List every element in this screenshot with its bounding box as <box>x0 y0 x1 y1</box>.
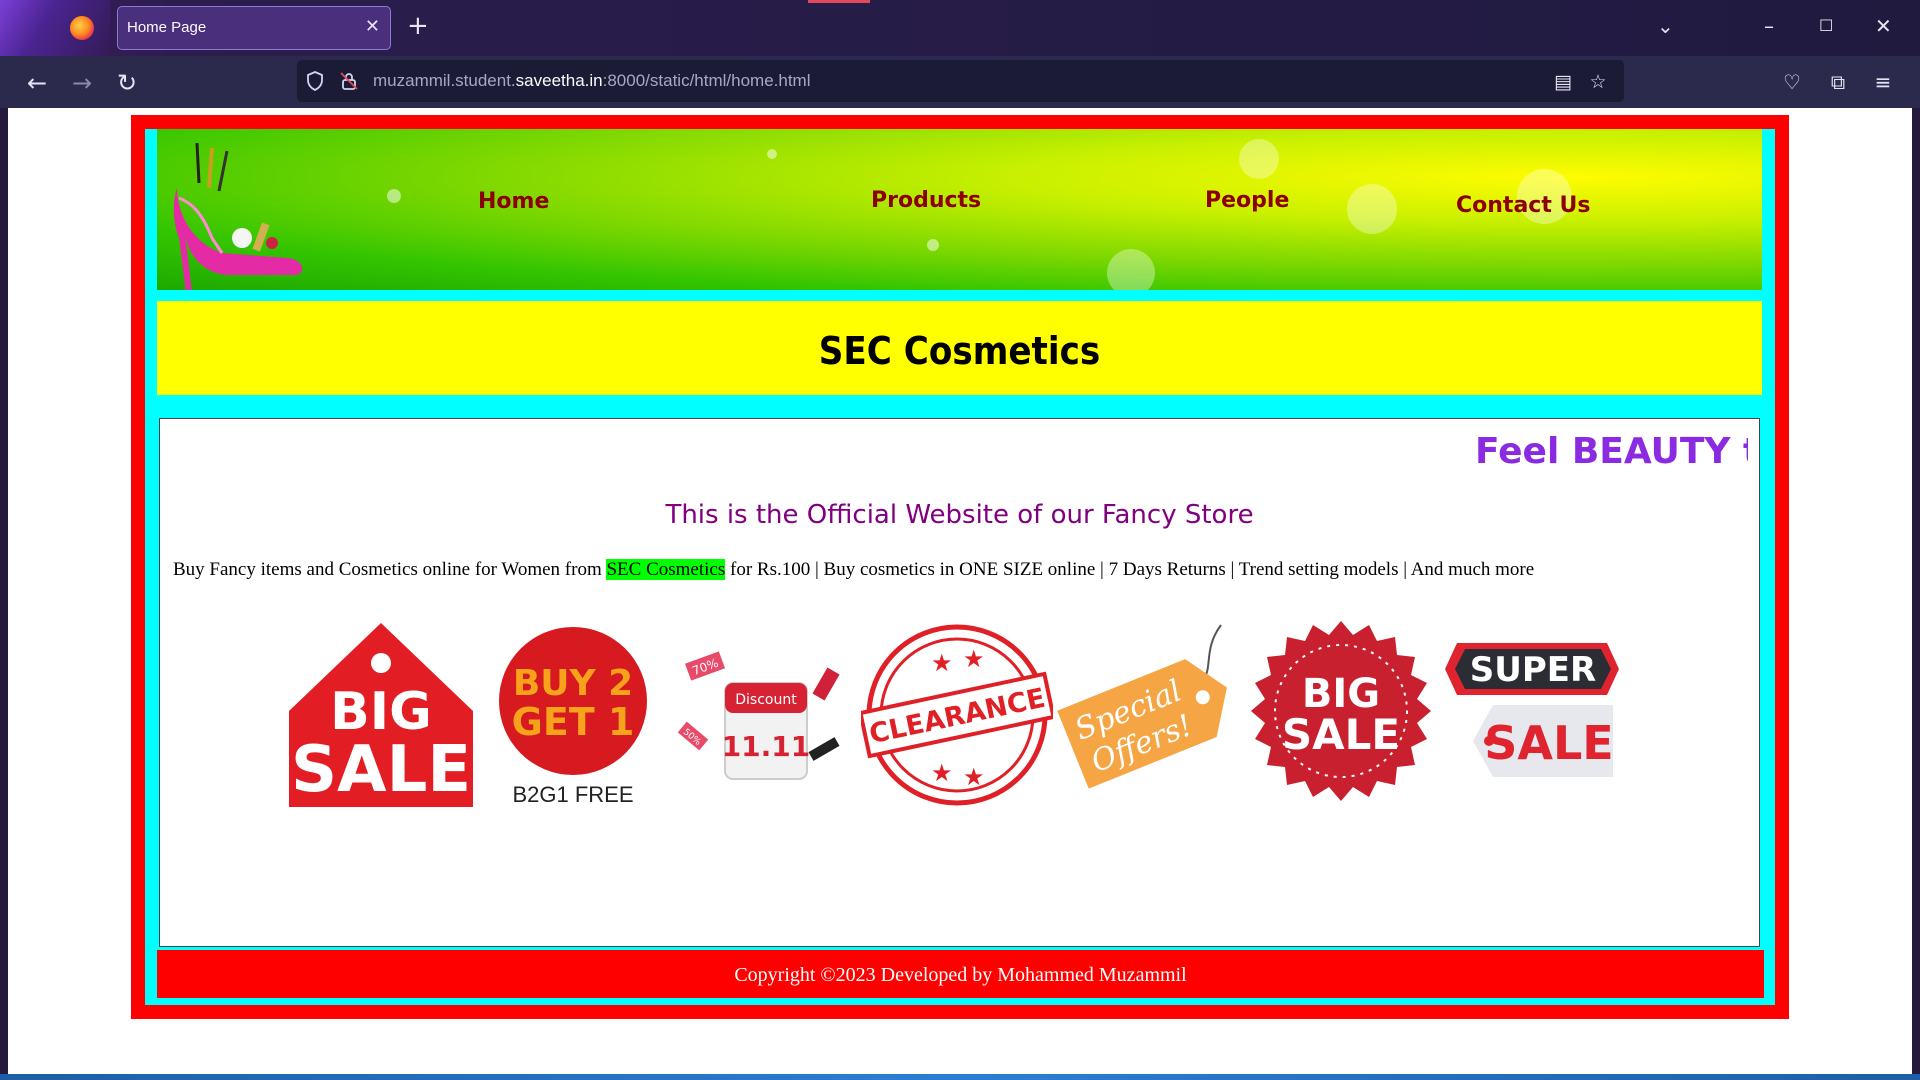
sale-badges-row: BIG SALE BUY 2 GET 1 B2G1 FREE 70% 50% D… <box>160 619 1759 819</box>
store-description: Buy Fancy items and Cosmetics online for… <box>173 559 1534 581</box>
bokeh-decoration <box>927 239 939 251</box>
bookmark-star-icon[interactable]: ☆ <box>1586 70 1610 94</box>
main-content: Feel BEAUTY th This is the Official Webs… <box>159 418 1760 947</box>
bokeh-decoration <box>1347 184 1397 234</box>
buy2-get1-badge-image: BUY 2 GET 1 B2G1 FREE <box>499 627 647 807</box>
reader-view-icon[interactable]: ▤ <box>1551 70 1575 94</box>
bokeh-decoration <box>1239 139 1279 179</box>
discount-label: Discount <box>735 692 797 708</box>
discount-calendar-image: 70% 50% Discount 11.11 <box>677 651 840 780</box>
firefox-icon[interactable] <box>70 16 94 40</box>
page-inner-container: Home Products People Contact Us SEC Cosm… <box>145 129 1775 1005</box>
app-menu-icon[interactable]: ≡ <box>1867 66 1899 98</box>
title-banner: SEC Cosmetics <box>157 301 1762 395</box>
super-sale-line2: SALE <box>1484 716 1613 770</box>
marquee-container: Feel BEAUTY th <box>160 419 1748 489</box>
special-offers-tag-image: Special Offers! <box>1057 624 1227 789</box>
page-outer-border: Home Products People Contact Us SEC Cosm… <box>131 115 1789 1019</box>
description-text-start: Buy Fancy items and Cosmetics online for… <box>173 559 607 580</box>
browser-nav-bar: ← → ↻ muzammil.student.saveetha.in:8000/… <box>0 56 1920 108</box>
site-title: SEC Cosmetics <box>818 329 1101 373</box>
nav-link-home[interactable]: Home <box>478 189 549 214</box>
tab-home-page[interactable]: Home Page ✕ <box>117 6 391 50</box>
nav-link-contact-us[interactable]: Contact Us <box>1456 193 1590 218</box>
bokeh-decoration <box>767 149 777 159</box>
big-sale-tag-image: BIG SALE <box>289 623 473 807</box>
site-header: Home Products People Contact Us <box>157 129 1762 290</box>
list-tabs-chevron-icon[interactable]: ⌄ <box>1657 14 1674 38</box>
maximize-window-icon[interactable]: ☐ <box>1819 12 1833 40</box>
url-host-domain: saveetha.in <box>515 71 603 90</box>
star-icon: ★ <box>963 645 985 673</box>
scrolling-tagline: Feel BEAUTY th <box>1475 431 1748 472</box>
address-bar[interactable]: muzammil.student.saveetha.in:8000/static… <box>297 60 1624 102</box>
big-sale-line2: SALE <box>291 733 471 807</box>
extensions-icon[interactable]: ⧉ <box>1822 66 1854 98</box>
insecure-lock-icon[interactable] <box>339 71 359 91</box>
super-sale-line1: SUPER <box>1470 650 1596 690</box>
page-viewport: Home Products People Contact Us SEC Cosm… <box>8 108 1912 1074</box>
tab-title: Home Page <box>127 19 207 36</box>
bokeh-decoration <box>387 189 401 203</box>
super-sale-tag-image: SUPER SALE <box>1445 643 1619 777</box>
star-icon: ★ <box>931 759 953 787</box>
star-icon: ★ <box>963 763 985 791</box>
forward-arrow-icon[interactable]: → <box>65 66 99 100</box>
url-path: :8000/static/html/home.html <box>602 71 811 90</box>
welcome-subtitle: This is the Official Website of our Fanc… <box>665 500 1254 530</box>
big-sale-seal-line2: SALE <box>1282 710 1400 759</box>
reload-icon[interactable]: ↻ <box>110 66 144 100</box>
highlighted-store-name: SEC Cosmetics <box>606 559 726 580</box>
new-tab-button[interactable]: + <box>407 10 429 42</box>
bokeh-decoration <box>1107 249 1155 290</box>
buy2-line1: BUY 2 <box>513 663 633 704</box>
minimize-window-icon[interactable]: – <box>1764 12 1774 40</box>
taskbar-strip <box>0 1074 1920 1080</box>
high-heel-logo-icon <box>173 143 303 290</box>
tracking-shield-icon[interactable] <box>305 71 325 91</box>
big-sale-seal-image: BIG SALE <box>1251 621 1431 801</box>
url-host-prefix: muzammil.student. <box>373 71 516 90</box>
discount-date: 11.11 <box>722 730 811 763</box>
clearance-stamp-image: ★ ★ ★ ★ CLEARANCE <box>861 624 1053 806</box>
site-footer: Copyright ©2023 Developed by Mohammed Mu… <box>157 950 1764 998</box>
back-arrow-icon[interactable]: ← <box>20 66 54 100</box>
nav-link-products[interactable]: Products <box>871 188 981 213</box>
tab-bar-accent <box>808 0 870 3</box>
description-text-end: for Rs.100 | Buy cosmetics in ONE SIZE o… <box>725 559 1535 580</box>
copyright-text: Copyright ©2023 Developed by Mohammed Mu… <box>734 964 1187 986</box>
url-text: muzammil.student.saveetha.in:8000/static… <box>373 71 811 91</box>
close-window-icon[interactable]: ✕ <box>1875 12 1892 40</box>
close-tab-icon[interactable]: ✕ <box>365 16 380 38</box>
buy2-line2: GET 1 <box>512 700 635 744</box>
buy2-caption: B2G1 FREE <box>512 782 633 807</box>
pocket-icon[interactable]: ♡ <box>1776 66 1808 98</box>
browser-tab-bar: Home Page ✕ + ⌄ – ☐ ✕ <box>0 0 1920 56</box>
nav-link-people[interactable]: People <box>1205 188 1289 213</box>
star-icon: ★ <box>931 649 953 677</box>
